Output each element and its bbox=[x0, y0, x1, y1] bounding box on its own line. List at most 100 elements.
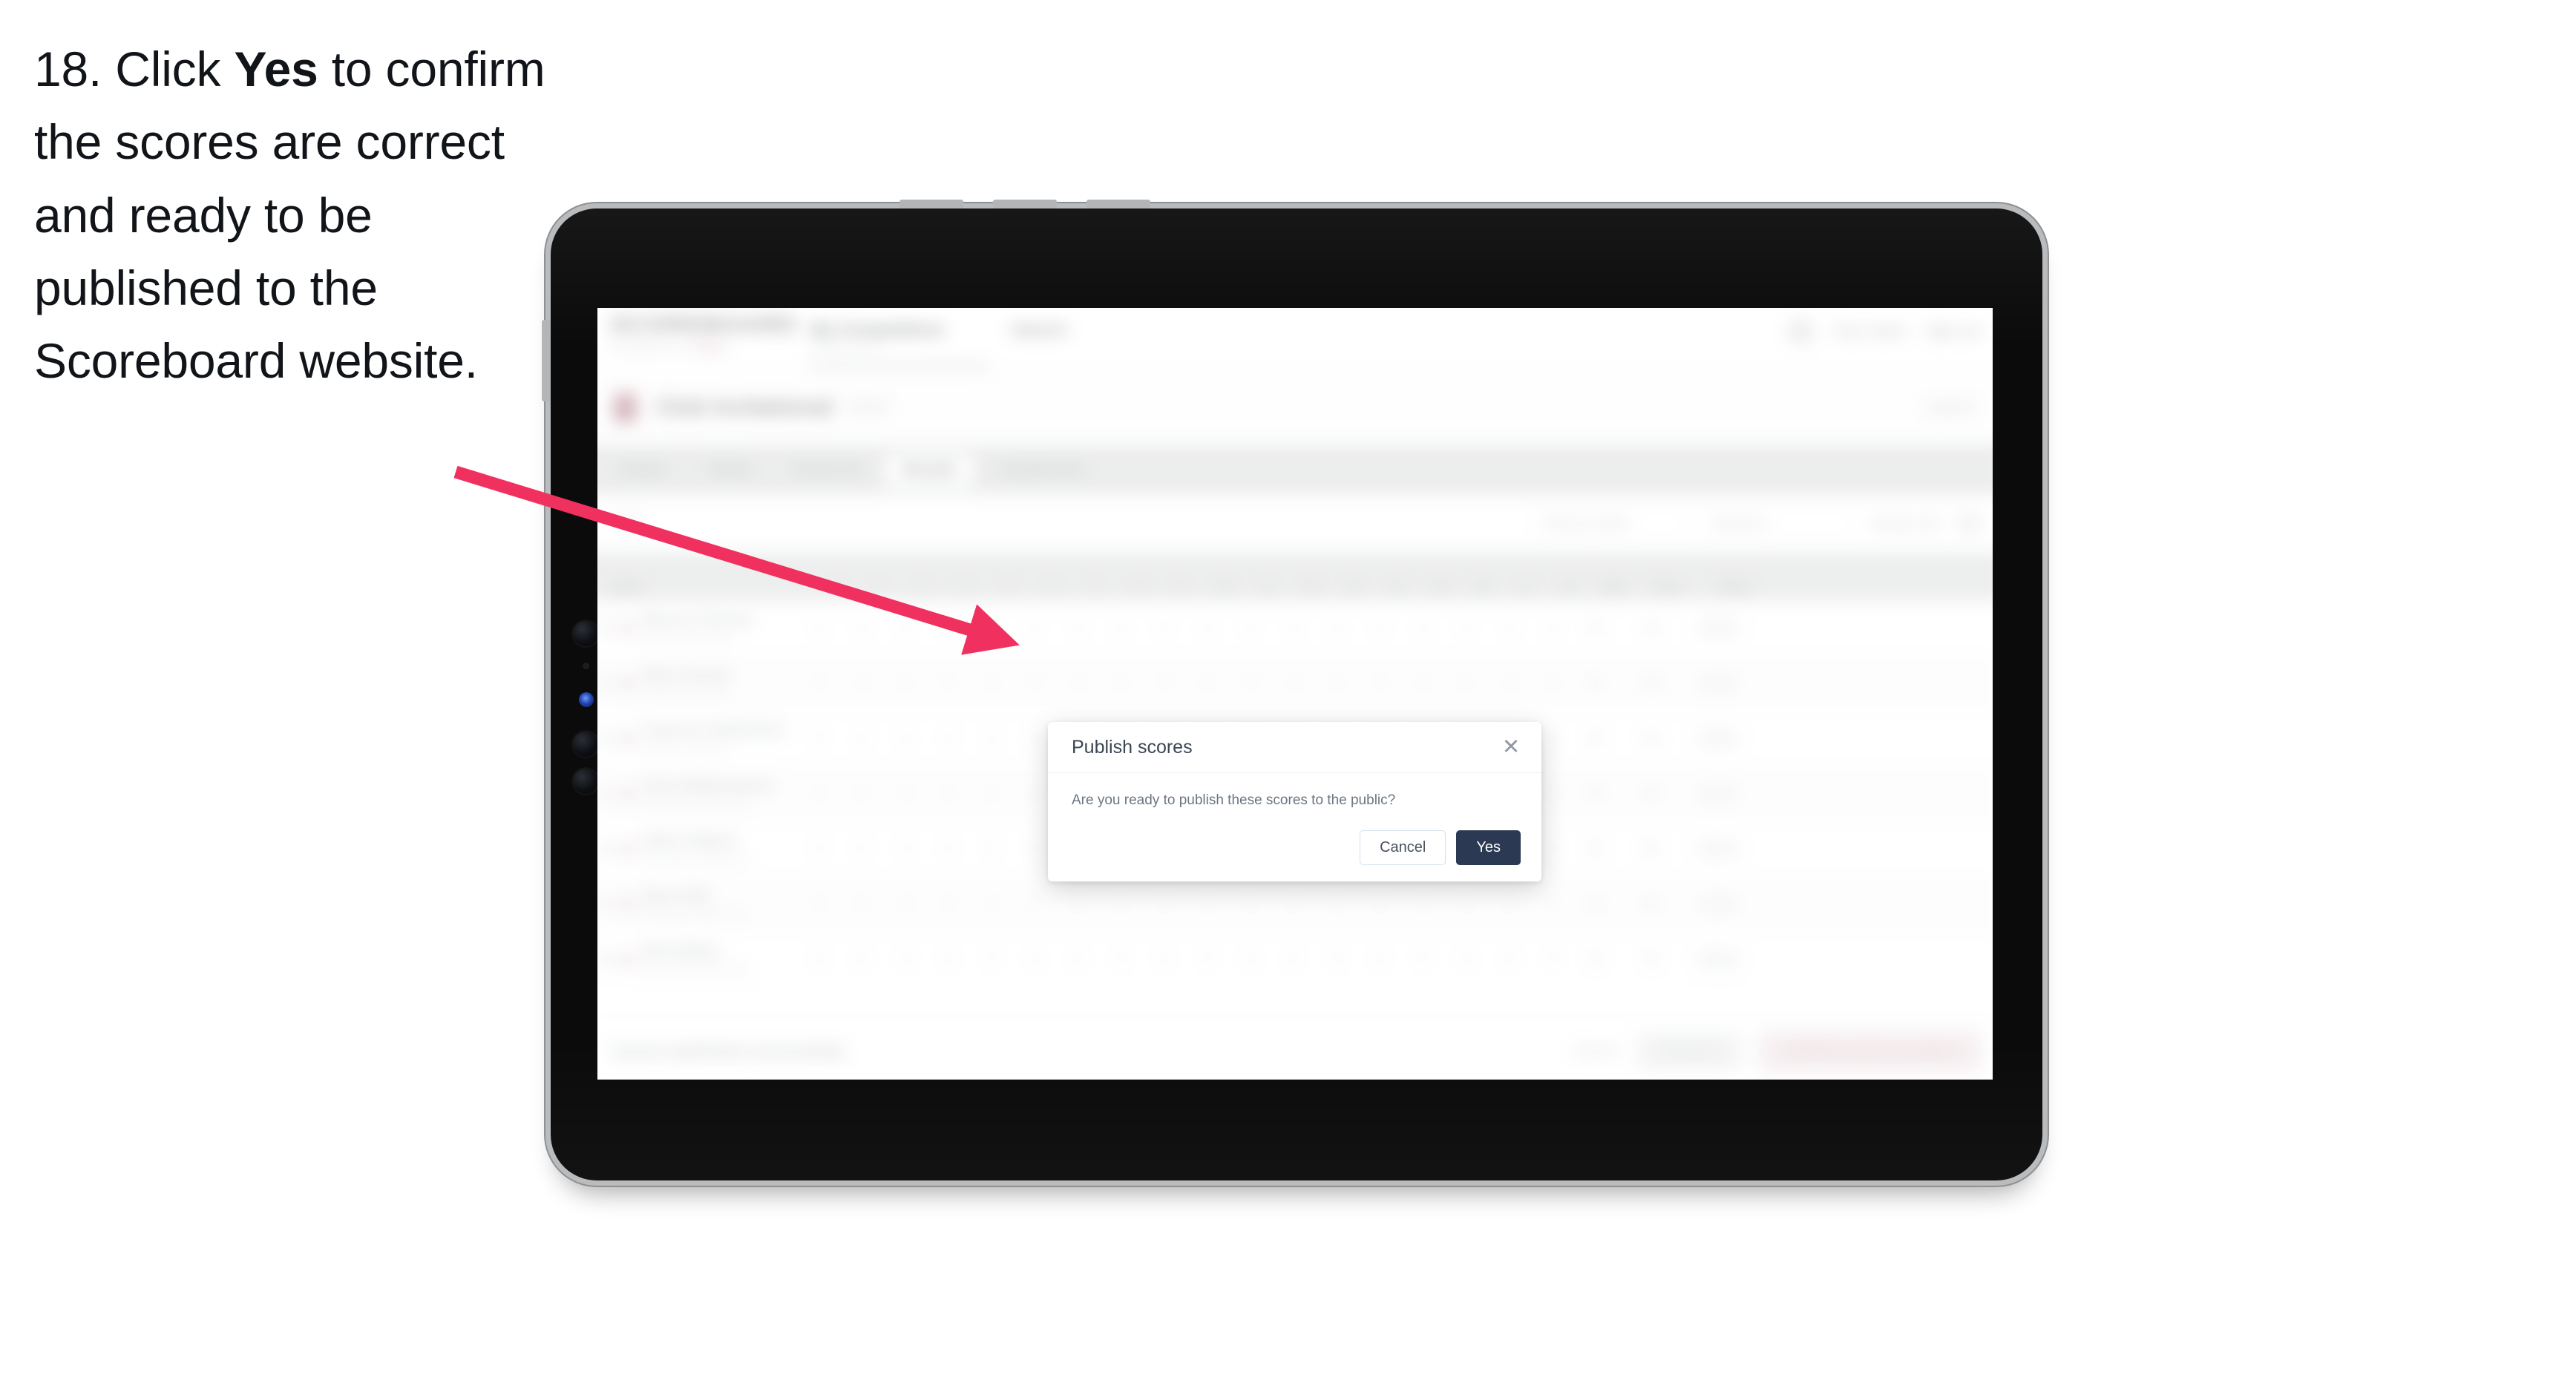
score-cell[interactable]: 4 bbox=[1100, 600, 1143, 655]
score-cell[interactable]: 4 bbox=[1100, 876, 1143, 932]
tab-teams[interactable]: Teams bbox=[690, 453, 768, 486]
score-cell[interactable]: 4 bbox=[1272, 656, 1316, 711]
score-cell[interactable]: 4 bbox=[841, 766, 885, 821]
table-column-header[interactable]: 4 bbox=[944, 552, 987, 601]
hardware-button-top-2[interactable] bbox=[993, 200, 1057, 208]
score-cell[interactable]: 3 bbox=[970, 932, 1014, 987]
score-cell[interactable]: 3 bbox=[798, 821, 841, 876]
score-cell[interactable]: 4 bbox=[1359, 656, 1402, 711]
sign-out-link[interactable]: Sign out bbox=[1925, 323, 1981, 340]
table-column-header[interactable]: 3 bbox=[901, 552, 944, 601]
row-checkbox[interactable] bbox=[597, 729, 611, 747]
score-cell[interactable]: 4 bbox=[1100, 932, 1143, 987]
score-cell[interactable]: 4 bbox=[1014, 876, 1057, 932]
table-column-header[interactable]: 16 bbox=[1461, 552, 1505, 601]
score-cell[interactable]: 3 bbox=[1316, 876, 1359, 932]
table-row[interactable]: Ryan Hills Riverside Swim Club 3 4 3 4 3 4 3 4 3 4 3… bbox=[597, 876, 1993, 933]
score-cell[interactable]: 3 bbox=[1057, 600, 1100, 655]
event-select[interactable]: Pick an event bbox=[1533, 506, 1686, 541]
row-checkbox[interactable] bbox=[597, 674, 611, 692]
table-column-header[interactable]: 14 bbox=[1375, 552, 1419, 601]
tab-leaderboard[interactable]: Leaderboard bbox=[981, 453, 1101, 486]
score-cell[interactable]: 3 bbox=[798, 876, 841, 932]
score-cell[interactable]: 4 bbox=[841, 932, 885, 987]
score-cell[interactable]: 4 bbox=[1531, 932, 1575, 987]
score-cell[interactable]: 3 bbox=[970, 600, 1014, 655]
table-column-header[interactable]: 9 bbox=[1159, 552, 1203, 601]
score-cell[interactable]: 4 bbox=[1531, 656, 1575, 711]
score-cell[interactable]: 3 bbox=[884, 932, 928, 987]
row-checkbox[interactable] bbox=[597, 620, 611, 637]
score-cell[interactable]: 4 bbox=[927, 932, 971, 987]
score-cell[interactable]: 4 bbox=[1359, 876, 1402, 932]
score-cell[interactable]: 4 bbox=[841, 600, 885, 655]
hardware-button-top-3[interactable] bbox=[1087, 200, 1150, 208]
score-cell[interactable]: 3 bbox=[1229, 656, 1273, 711]
table-column-header[interactable]: 7 bbox=[1073, 552, 1117, 601]
score-cell[interactable]: 4 bbox=[1186, 656, 1230, 711]
score-cell[interactable]: 3 bbox=[970, 711, 1014, 766]
table-column-header[interactable]: 6 bbox=[1030, 552, 1074, 601]
score-cell[interactable]: 3 bbox=[1316, 932, 1359, 987]
hardware-button-left[interactable] bbox=[542, 320, 551, 401]
score-cell[interactable]: 3 bbox=[798, 600, 841, 655]
score-cell[interactable]: 3 bbox=[798, 932, 841, 987]
table-row[interactable]: Nick Bailey Riverside Swim Club 3 4 3 4 3 4 3 4 3 4… bbox=[597, 932, 1993, 988]
table-column-header[interactable]: Status bbox=[1702, 552, 1769, 601]
score-cell[interactable]: 3 bbox=[970, 821, 1014, 876]
table-column-header[interactable]: 13 bbox=[1332, 552, 1376, 601]
table-column-header[interactable]: 10 bbox=[1203, 552, 1246, 601]
score-cell[interactable]: 4 bbox=[1186, 932, 1230, 987]
score-cell[interactable]: 3 bbox=[1143, 876, 1187, 932]
table-column-header[interactable]: 18 bbox=[1548, 552, 1591, 601]
score-cell[interactable]: 4 bbox=[1186, 876, 1230, 932]
score-cell[interactable]: 4 bbox=[841, 711, 885, 766]
score-cell[interactable]: 4 bbox=[1272, 932, 1316, 987]
score-cell[interactable]: 3 bbox=[1402, 932, 1445, 987]
table-column-header[interactable]: 17 bbox=[1505, 552, 1548, 601]
table-row[interactable]: Rhys Parnell Coast Swim Club 3 4 3 4 3 4 3 4 3 4 3 4 3… bbox=[597, 656, 1993, 712]
score-cell[interactable]: 3 bbox=[798, 711, 841, 766]
score-cell[interactable]: 3 bbox=[884, 711, 928, 766]
score-cell[interactable]: 3 bbox=[1316, 656, 1359, 711]
score-cell[interactable]: 4 bbox=[1014, 600, 1057, 655]
score-cell[interactable]: 3 bbox=[970, 876, 1014, 932]
table-column-header[interactable]: 5 bbox=[987, 552, 1030, 601]
score-cell[interactable]: 4 bbox=[841, 821, 885, 876]
score-cell[interactable]: 3 bbox=[884, 600, 928, 655]
score-cell[interactable]: 4 bbox=[1359, 600, 1402, 655]
score-cell[interactable]: 4 bbox=[1445, 656, 1489, 711]
score-cell[interactable]: 4 bbox=[1272, 600, 1316, 655]
score-cell[interactable]: 4 bbox=[927, 766, 971, 821]
score-cell[interactable]: 3 bbox=[1057, 876, 1100, 932]
score-cell[interactable]: 3 bbox=[1488, 656, 1532, 711]
table-column-header[interactable]: Total bbox=[1591, 552, 1634, 601]
score-cell[interactable]: 3 bbox=[1402, 656, 1445, 711]
score-cell[interactable]: 3 bbox=[884, 766, 928, 821]
table-column-header[interactable]: Player bbox=[597, 552, 815, 601]
table-column-header[interactable]: 11 bbox=[1246, 552, 1289, 601]
score-cell[interactable]: 3 bbox=[1488, 932, 1532, 987]
score-cell[interactable]: 3 bbox=[798, 766, 841, 821]
score-cell[interactable]: 3 bbox=[1057, 656, 1100, 711]
score-cell[interactable]: 4 bbox=[841, 656, 885, 711]
score-cell[interactable]: 3 bbox=[1229, 932, 1273, 987]
row-checkbox[interactable] bbox=[597, 896, 611, 913]
score-cell[interactable]: 4 bbox=[1531, 876, 1575, 932]
ready-only-toggle[interactable] bbox=[1956, 515, 1983, 532]
score-cell[interactable]: 4 bbox=[1014, 932, 1057, 987]
score-cell[interactable]: 3 bbox=[1143, 600, 1187, 655]
score-cell[interactable]: 3 bbox=[970, 766, 1014, 821]
score-cell[interactable]: 4 bbox=[1272, 876, 1316, 932]
score-cell[interactable]: 3 bbox=[970, 656, 1014, 711]
score-cell[interactable]: 4 bbox=[927, 711, 971, 766]
table-row[interactable]: Marcus Tennant Coast Swim Club 3 4 3 4 3 4 3 4 3 4 3… bbox=[597, 600, 1993, 656]
score-cell[interactable]: 4 bbox=[927, 876, 971, 932]
score-cell[interactable]: 3 bbox=[1143, 656, 1187, 711]
score-cell[interactable]: 3 bbox=[1143, 932, 1187, 987]
score-cell[interactable]: 4 bbox=[927, 656, 971, 711]
score-cell[interactable]: 3 bbox=[798, 656, 841, 711]
tab-events-list[interactable]: Events list bbox=[776, 453, 878, 486]
footer-save-button[interactable]: Save all bbox=[1637, 1033, 1741, 1070]
score-cell[interactable]: 4 bbox=[1100, 656, 1143, 711]
